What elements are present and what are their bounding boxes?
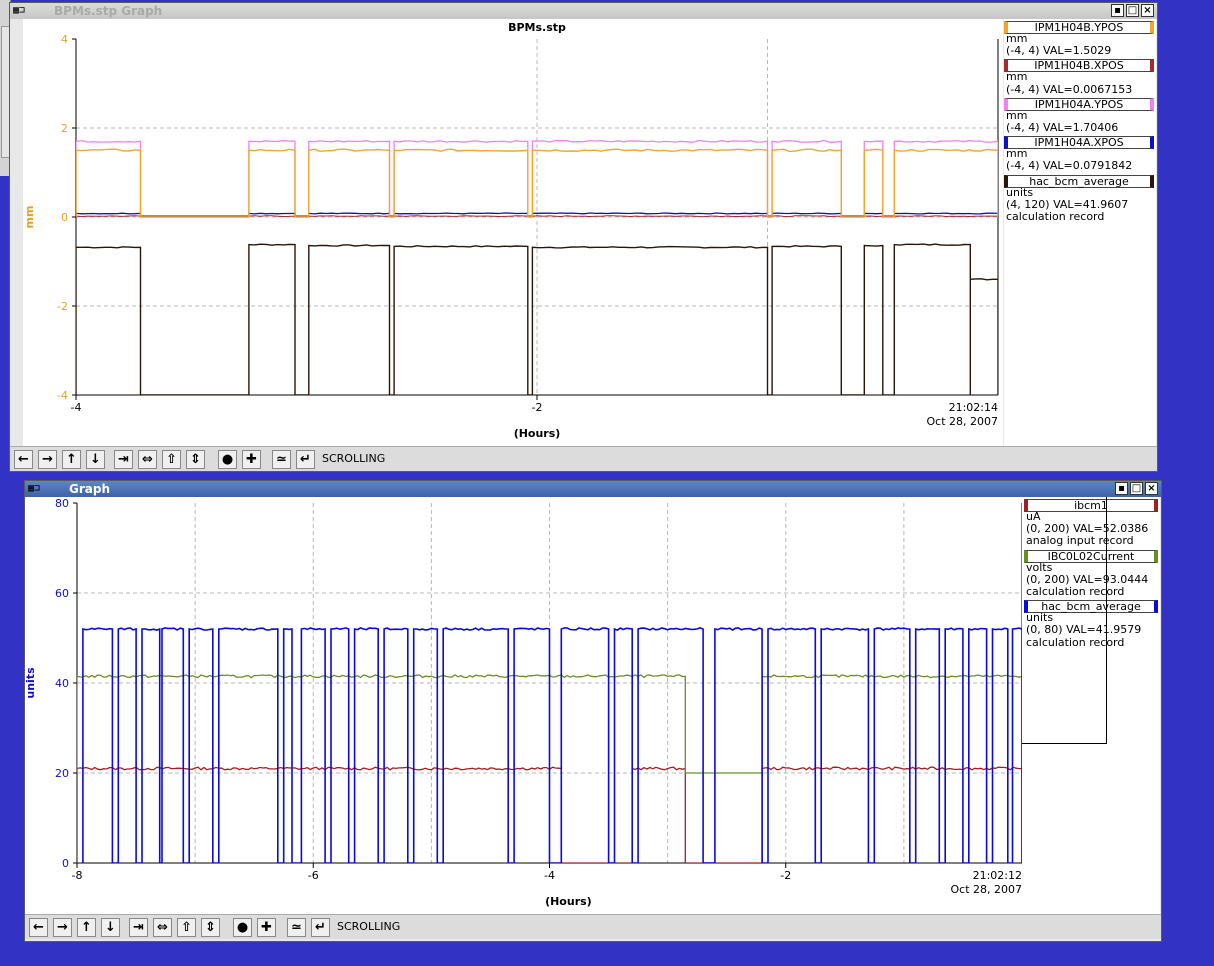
end-time-label: 21:02:14 (949, 401, 998, 414)
maximize-button[interactable]: □ (1126, 4, 1139, 17)
legend-text: calculation record (1026, 635, 1125, 649)
legend-text: (-4, 4) VAL=1.5029 (1006, 44, 1112, 58)
legend-text: (-4, 4) VAL=0.0067153 (1006, 82, 1133, 96)
window-menu-icon[interactable]: ▦⊐ (28, 483, 62, 495)
arrow-right-icon[interactable]: → (53, 918, 72, 937)
arrow-down-icon[interactable]: ↓ (101, 918, 120, 937)
y-tick-label: 0 (62, 857, 69, 870)
plus-icon[interactable]: ✚ (242, 450, 261, 469)
x-tick-label: -2 (532, 401, 543, 414)
plus-icon[interactable]: ✚ (257, 918, 276, 937)
record-icon[interactable]: ● (233, 918, 252, 937)
y-axis-label: units (25, 667, 37, 699)
compress-vertical-icon[interactable]: ⇧ (177, 918, 196, 937)
x-tick-label: -8 (72, 869, 83, 882)
close-button[interactable]: × (1141, 4, 1154, 17)
trend-icon[interactable]: ≃ (287, 918, 306, 937)
return-icon[interactable]: ↵ (311, 918, 330, 937)
arrow-left-icon[interactable]: ← (14, 450, 33, 469)
y-tick-label: -2 (57, 300, 68, 313)
legend-text: calculation record (1006, 210, 1105, 223)
expand-horizontal-icon[interactable]: ⇔ (138, 450, 157, 469)
units-chart: 80 60 40 20 0-8 -6 -4 -2 21:02:12Oct 28, 2007 (Ho… (24, 497, 1023, 908)
legend-text: calculation record (1026, 585, 1125, 598)
chart-legend: ibcm1 uA (0, 200) VAL=52.0386 analog input … (1022, 497, 1160, 915)
window-menu-icon[interactable]: ▦⊐ (13, 5, 47, 17)
window-titlebar[interactable]: ▦⊐ BPMs.stp Graph ▪ □ × (10, 3, 1157, 19)
y-tick-label: 80 (55, 497, 69, 510)
arrow-down-icon[interactable]: ↓ (86, 450, 105, 469)
maximize-button[interactable]: □ (1130, 482, 1143, 495)
expand-vertical-icon[interactable]: ⇕ (201, 918, 220, 937)
minimize-button[interactable]: ▪ (1111, 4, 1124, 17)
x-tick-label: -4 (71, 401, 82, 414)
y-axis-label: mm (23, 206, 36, 229)
legend-text: mm (1006, 70, 1028, 84)
series-line-2 (82, 627, 1022, 863)
arrow-right-icon[interactable]: → (38, 450, 57, 469)
x-tick-label: -4 (544, 869, 555, 882)
arrow-up-icon[interactable]: ↑ (62, 450, 81, 469)
end-time-label: 21:02:12 (973, 869, 1022, 882)
compress-horizontal-icon[interactable]: ⇥ (114, 450, 133, 469)
scrolling-label: SCROLLING (322, 452, 386, 465)
plot-area: 4 2 0 -2 -4 -4 -2 21:02:14 Oct 28, 2007 (Hours) mm… (23, 19, 1003, 447)
window-titlebar[interactable]: ▦⊐ Graph ▪ □ × (25, 481, 1161, 497)
graph-toolbar: ← → ↑ ↓ ⇥ ⇔ ⇧ ⇕ ● ✚ ≃ ↵ SCROLLING (10, 446, 1157, 471)
y-tick-label: -4 (57, 389, 68, 402)
chart-title: BPMs.stp (508, 21, 566, 34)
chart-legend: IPM1H04B.YPOS mm (-4, 4) VAL=1.5029 IPM1H04… (1004, 19, 1156, 447)
end-date-label: Oct 28, 2007 (927, 415, 999, 428)
y-tick-label: 4 (61, 33, 68, 46)
legend-text: (-4, 4) VAL=1.70406 (1006, 121, 1119, 134)
x-axis-label: (Hours) (514, 427, 561, 440)
expand-horizontal-icon[interactable]: ⇔ (153, 918, 172, 937)
record-icon[interactable]: ● (218, 450, 237, 469)
bpms-chart: 4 2 0 -2 -4-4 -2 21:02:14Oct 28, 2007 (Hours) mm… (23, 21, 999, 440)
return-icon[interactable]: ↵ (296, 450, 315, 469)
y-tick-label: 2 (61, 122, 68, 135)
arrow-left-icon[interactable]: ← (29, 918, 48, 937)
legend-text: (0, 80) VAL=41.9579 (1026, 623, 1142, 637)
legend-text: (-4, 4) VAL=0.0791842 (1006, 159, 1133, 173)
legend-text: analog input record (1026, 534, 1134, 548)
y-tick-label: 40 (55, 677, 69, 690)
x-tick-label: -6 (308, 869, 319, 882)
end-date-label: Oct 28, 2007 (951, 883, 1023, 896)
graph-toolbar: ← → ↑ ↓ ⇥ ⇔ ⇧ ⇕ ● ✚ ≃ ↵ SCROLLING (25, 914, 1161, 939)
y-tick-label: 60 (55, 587, 69, 600)
compress-horizontal-icon[interactable]: ⇥ (129, 918, 148, 937)
scrolling-label: SCROLLING (337, 920, 401, 933)
window-title: Graph (69, 482, 110, 496)
y-tick-label: 20 (55, 767, 69, 780)
x-tick-label: -2 (780, 869, 791, 882)
legend-item-0[interactable]: ibcm1 (1024, 499, 1158, 512)
trend-icon[interactable]: ≃ (272, 450, 291, 469)
close-button[interactable]: × (1145, 482, 1158, 495)
bpms-graph-window: ▦⊐ BPMs.stp Graph ▪ □ × 4 2 0 -2 -4 -4 -2 21:02… (9, 2, 1158, 472)
minimize-button[interactable]: ▪ (1115, 482, 1128, 495)
window-title: BPMs.stp Graph (54, 4, 163, 18)
compress-vertical-icon[interactable]: ⇧ (162, 450, 181, 469)
y-tick-label: 0 (61, 211, 68, 224)
x-axis-label: (Hours) (545, 895, 592, 908)
graph-window: ▦⊐ Graph ▪ □ × 80 60 40 20 0 -8 -6 -4 -2 21:02:12… (24, 480, 1162, 942)
arrow-up-icon[interactable]: ↑ (77, 918, 96, 937)
plot-area: 80 60 40 20 0 -8 -6 -4 -2 21:02:12 Oct 28, 2007 (Ho… (24, 497, 1023, 915)
expand-vertical-icon[interactable]: ⇕ (186, 450, 205, 469)
